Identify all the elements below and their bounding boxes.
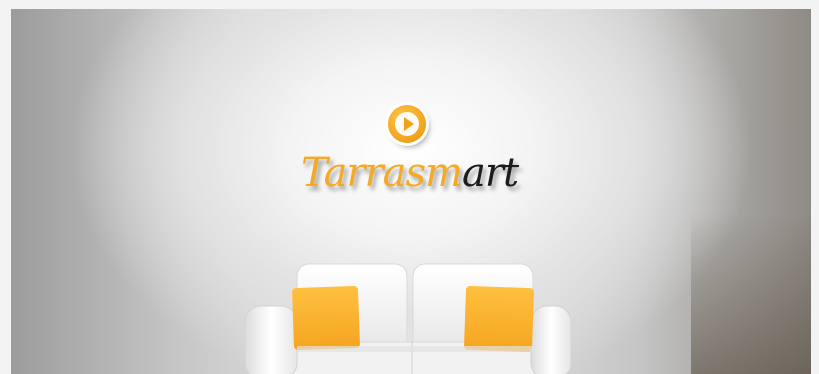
hero-banner: Tarrasmart <box>11 9 811 374</box>
page: Tarrasmart <box>0 0 819 374</box>
brand-logo: Tarrasmart <box>301 105 521 215</box>
sofa-icon <box>235 254 572 374</box>
brand-name-part2: art <box>461 150 519 196</box>
play-icon <box>388 105 426 143</box>
brand-wordmark: Tarrasmart <box>301 143 521 203</box>
brand-name-part1: Tarrasm <box>301 150 463 196</box>
